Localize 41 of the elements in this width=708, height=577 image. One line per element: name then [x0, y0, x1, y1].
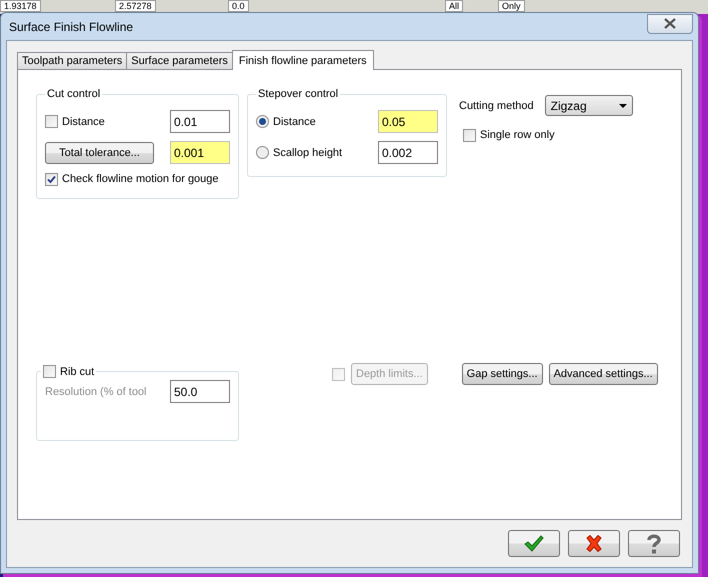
toolbar-value: Only [498, 0, 525, 12]
radio-label: Scallop height [273, 146, 342, 158]
toolbar-value: 1.93178 [0, 0, 41, 12]
toolbar-value: All [445, 0, 464, 12]
distance-field[interactable]: 0.01 [170, 110, 230, 133]
question-mark-icon [646, 534, 662, 554]
cross-icon [585, 535, 603, 552]
tolerance-field[interactable]: 0.001 [170, 141, 230, 164]
toolbar-value: 2.57278 [115, 0, 156, 12]
close-button[interactable] [647, 14, 693, 34]
checkbox[interactable] [45, 115, 58, 128]
checkbox-label: Single row only [480, 129, 555, 141]
tab[interactable]: Surface parameters [126, 52, 233, 69]
help-button[interactable] [628, 530, 680, 557]
radio-button[interactable] [256, 115, 269, 128]
window-title: Surface Finish Flowline [9, 20, 134, 34]
checkbox-label: Rib cut [60, 366, 94, 378]
tab[interactable]: Toolpath parameters [17, 52, 128, 69]
caret-icon [618, 104, 627, 108]
group-title: Cut control [46, 88, 102, 100]
ok-button[interactable] [508, 530, 560, 557]
stepover-field[interactable]: 0.002 [378, 141, 438, 164]
resolution-label: Resolution (% of tool [45, 386, 146, 398]
radio-button[interactable] [256, 146, 269, 159]
radio-label: Distance [273, 116, 316, 128]
checkbox[interactable] [45, 172, 58, 186]
toolbar-value: 0.0 [228, 0, 249, 12]
group-title: Stepover control [257, 88, 340, 100]
stepover-field[interactable]: 0.05 [378, 110, 438, 133]
checkbox[interactable] [463, 128, 476, 142]
settings-button[interactable]: Gap settings... [462, 363, 543, 385]
checkmark-icon [524, 535, 544, 552]
checkbox-label: Distance [62, 116, 105, 128]
settings-button[interactable]: Advanced settings... [548, 363, 658, 385]
cancel-button[interactable] [568, 530, 620, 557]
cutting-method-dropdown[interactable]: Zigzag [544, 95, 633, 116]
close-icon [664, 18, 676, 29]
tab[interactable]: Finish flowline parameters [232, 50, 374, 70]
cutting-method-label: Cutting method [459, 100, 534, 112]
checkbox-label: Check flowline motion for gouge [62, 173, 219, 185]
total-tolerance-button[interactable]: Total tolerance... [45, 142, 154, 164]
